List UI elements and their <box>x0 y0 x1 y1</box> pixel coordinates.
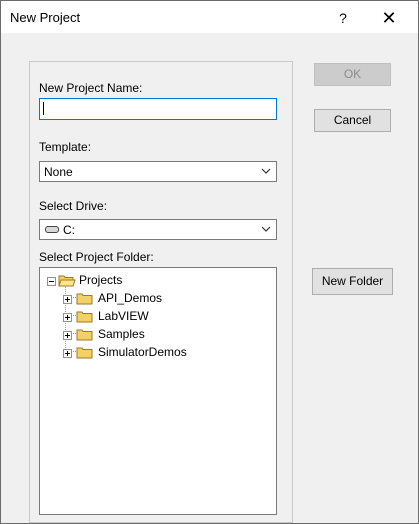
drive-icon <box>45 226 59 233</box>
template-value: None <box>44 165 73 179</box>
expand-icon[interactable] <box>63 331 72 340</box>
expand-icon[interactable] <box>63 313 72 322</box>
cancel-button[interactable]: Cancel <box>314 109 391 132</box>
new-project-dialog: New Project ? ✕ New Project Name: Templa… <box>0 0 419 524</box>
tree-node-label: SimulatorDemos <box>98 345 187 359</box>
tree-node-samples[interactable]: Samples <box>40 327 240 343</box>
help-button[interactable]: ? <box>329 7 357 29</box>
tree-node-label: LabVIEW <box>98 309 149 323</box>
title-bar: New Project ? ✕ <box>1 1 418 33</box>
expand-icon[interactable] <box>63 295 72 304</box>
collapse-icon[interactable] <box>47 277 56 286</box>
project-folder-tree[interactable]: Projects API_Demos LabVIEW Samples Simul… <box>39 267 277 515</box>
open-folder-icon <box>58 275 76 287</box>
project-name-input[interactable] <box>39 98 277 120</box>
folder-icon <box>76 347 93 359</box>
tree-node-root[interactable]: Projects <box>40 273 240 289</box>
drive-value: C: <box>63 223 75 237</box>
chevron-down-icon <box>261 226 271 232</box>
folder-label: Select Project Folder: <box>39 250 154 264</box>
folder-icon <box>76 311 93 323</box>
tree-node-label: Projects <box>79 273 123 287</box>
tree-node-label: Samples <box>98 327 145 341</box>
template-label: Template: <box>39 140 92 154</box>
folder-icon <box>76 293 93 305</box>
drive-select[interactable]: C: <box>39 219 277 240</box>
expand-icon[interactable] <box>63 349 72 358</box>
dialog-title: New Project <box>10 10 81 25</box>
close-button[interactable]: ✕ <box>372 7 406 29</box>
tree-node-label: API_Demos <box>98 291 163 305</box>
new-folder-button[interactable]: New Folder <box>312 268 393 295</box>
project-name-label: New Project Name: <box>39 81 143 95</box>
folder-icon <box>76 329 93 341</box>
tree-node-simulatordemos[interactable]: SimulatorDemos <box>40 345 240 361</box>
drive-label: Select Drive: <box>39 199 108 213</box>
ok-button[interactable]: OK <box>314 63 391 86</box>
template-select[interactable]: None <box>39 161 277 182</box>
tree-node-api-demos[interactable]: API_Demos <box>40 291 240 307</box>
text-caret <box>43 102 44 115</box>
chevron-down-icon <box>261 168 271 174</box>
tree-node-labview[interactable]: LabVIEW <box>40 309 240 325</box>
